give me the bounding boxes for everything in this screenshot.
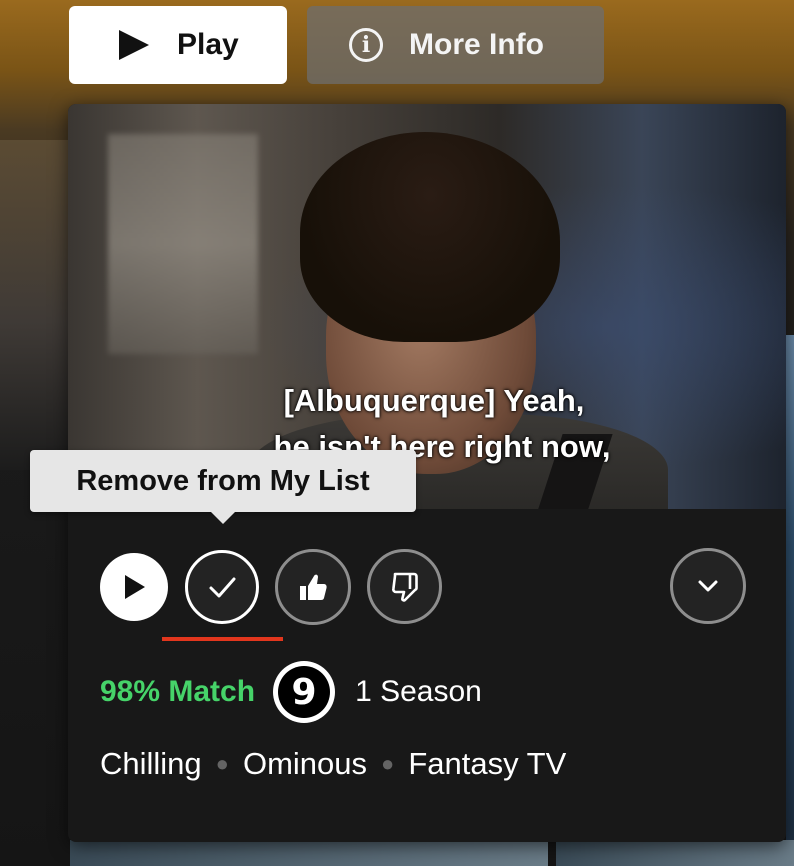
maturity-rating-badge: 9 <box>273 661 336 723</box>
remove-from-my-list-button[interactable] <box>185 550 259 624</box>
tooltip: Remove from My List <box>30 450 416 524</box>
play-icon <box>125 575 145 599</box>
more-info-label: More Info <box>409 28 544 61</box>
more-details-button[interactable] <box>670 548 746 624</box>
row-thumbnail[interactable] <box>70 840 548 866</box>
video-preview[interactable]: [Albuquerque] Yeah, he isn't here right … <box>68 104 786 509</box>
genre-tag: Fantasy TV <box>408 746 567 781</box>
genre-tag: Ominous <box>242 746 368 781</box>
play-episode-button[interactable] <box>100 553 168 621</box>
more-info-button[interactable]: i More Info <box>307 6 604 84</box>
genre-tags: Chilling ● Ominous ● Fantasy TV <box>100 746 566 782</box>
season-count: 1 Season <box>355 675 482 708</box>
video-frame-detail <box>300 132 560 342</box>
thumbs-up-icon <box>300 574 327 600</box>
subtitle-line: [Albuquerque] Yeah, <box>283 383 585 418</box>
thumbs-down-button[interactable] <box>367 549 442 624</box>
background-thumbnail <box>0 140 68 470</box>
maturity-rating-value: 9 <box>278 666 331 718</box>
thumbs-down-icon <box>391 572 418 602</box>
focus-indicator <box>162 637 283 641</box>
separator-dot: ● <box>381 751 395 776</box>
play-icon <box>119 30 149 60</box>
genre-tag: Chilling <box>100 746 202 781</box>
separator-dot: ● <box>215 751 229 776</box>
title-metadata: 98% Match 9 1 Season <box>100 661 482 723</box>
play-button-label: Play <box>177 28 239 61</box>
play-button[interactable]: Play <box>69 6 287 84</box>
video-frame-detail <box>108 134 258 354</box>
info-icon: i <box>349 28 383 62</box>
next-title-thumbnail[interactable] <box>786 335 794 866</box>
row-thumbnail[interactable] <box>556 840 794 866</box>
thumbs-up-button[interactable] <box>275 549 351 625</box>
match-score: 98% Match <box>100 675 256 708</box>
check-icon <box>209 577 236 598</box>
chevron-down-icon <box>698 580 718 592</box>
